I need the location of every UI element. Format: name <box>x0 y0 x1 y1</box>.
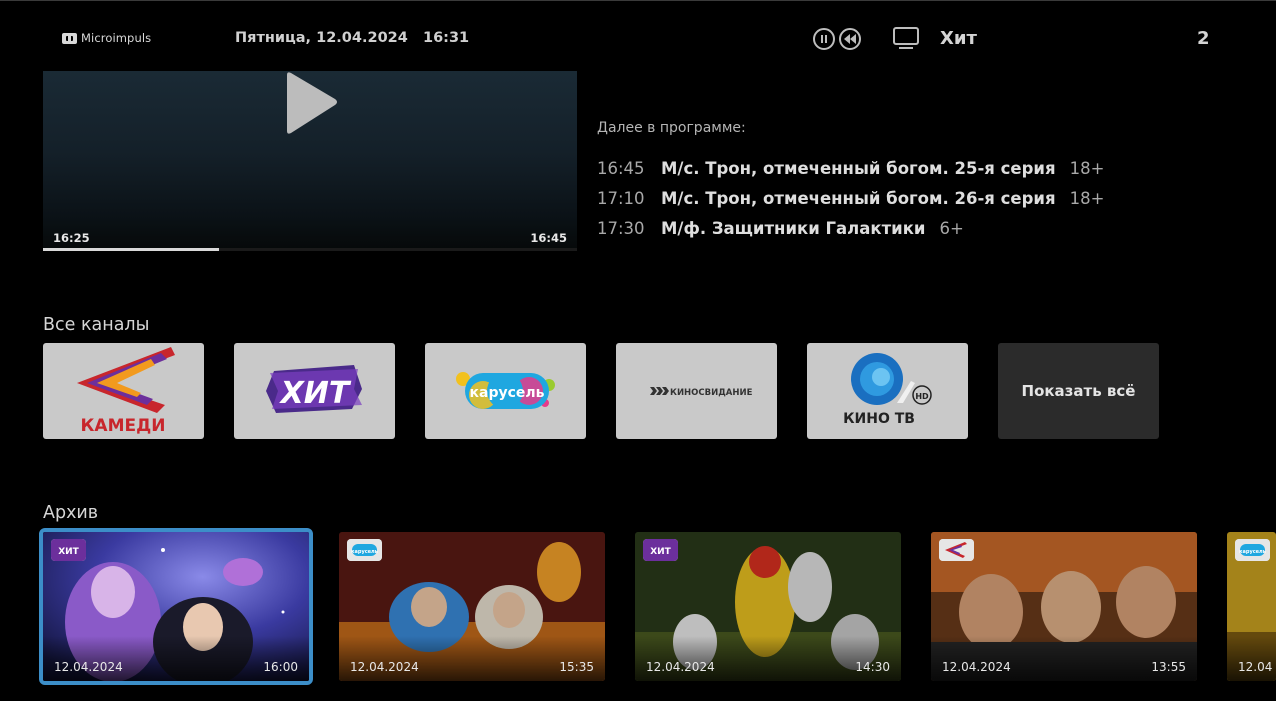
archive-item-date: 12.04.2024 <box>942 660 1011 674</box>
channel-badge-karusel: карусель <box>1235 539 1270 561</box>
schedule-item: 16:45 М/с. Трон, отмеченный богом. 25-я … <box>597 159 1104 181</box>
video-player[interactable]: 16:25 16:45 <box>43 71 577 251</box>
tv-icon[interactable] <box>893 27 919 54</box>
current-datetime: Пятница, 12.04.2024 16:31 <box>235 30 470 46</box>
hit-logo-icon: ХИТ <box>266 365 362 413</box>
karusel-logo-icon: карусель <box>456 372 555 409</box>
archive-item-time: 15:35 <box>559 660 594 674</box>
app-logo-text: Microimpuls <box>81 31 152 45</box>
kinosvidanie-logo-icon: КИНОСВИДАНИЕ <box>650 387 753 398</box>
program-progress-fill <box>43 248 220 251</box>
current-channel-number: 2 <box>1197 28 1210 49</box>
app-logo: Microimpuls <box>62 31 151 45</box>
show-all-label: Показать всё <box>1021 382 1136 400</box>
hd-badge: HD <box>915 392 929 401</box>
archive-item-date: 12.04 <box>1238 660 1273 674</box>
play-icon[interactable] <box>283 71 339 137</box>
archive-item[interactable]: ХИТ 12.04.2024 14:30 <box>635 532 901 681</box>
channel-badge-hit: ХИТ <box>51 539 86 561</box>
current-channel-name: Хит <box>940 28 977 49</box>
show-all-channels-button[interactable]: Показать всё <box>998 343 1159 439</box>
kamedi-logo-label: КАМЕДИ <box>81 416 166 436</box>
archive-item-date: 12.04.2024 <box>350 660 419 674</box>
karusel-logo-label: карусель <box>470 385 545 401</box>
hit-logo-label: ХИТ <box>279 376 352 411</box>
rewind-icon[interactable] <box>839 28 861 50</box>
archive-item-date: 12.04.2024 <box>54 660 123 674</box>
archive-item-date: 12.04.2024 <box>646 660 715 674</box>
schedule-title: Далее в программе: <box>597 120 746 136</box>
thumbnail-shade <box>931 636 1197 681</box>
svg-text:ХИТ: ХИТ <box>58 547 79 557</box>
kino-tv-logo-icon: КИНО ТВ HD <box>843 353 932 427</box>
channel-tile-kinosvidanie[interactable]: КИНОСВИДАНИЕ <box>616 343 777 439</box>
program-end-time: 16:45 <box>530 231 567 245</box>
archive-item[interactable]: карусель 12.04 <box>1227 532 1276 681</box>
schedule-item-time: 17:10 <box>597 189 645 208</box>
kinosvidanie-logo-label: КИНОСВИДАНИЕ <box>670 388 753 398</box>
schedule-item-age: 18+ <box>1069 189 1105 208</box>
program-start-time: 16:25 <box>53 231 90 245</box>
thumbnail-shade <box>339 636 605 681</box>
svg-text:ХИТ: ХИТ <box>650 547 671 557</box>
thumbnail-shade <box>1227 636 1276 681</box>
channel-badge-karusel: карусель <box>347 539 382 561</box>
kino-tv-logo-label: КИНО ТВ <box>843 411 915 427</box>
schedule-item-age: 6+ <box>939 219 964 238</box>
channel-badge-kamedi <box>939 539 974 561</box>
channel-tile-kino-tv[interactable]: КИНО ТВ HD <box>807 343 968 439</box>
schedule-item: 17:30 М/ф. Защитники Галактики 6+ <box>597 219 964 241</box>
program-progress-bar <box>43 248 577 251</box>
thumbnail-shade <box>43 636 309 681</box>
archive-item[interactable]: карусель 12.04.2024 15:35 <box>339 532 605 681</box>
schedule-item-name: М/с. Трон, отмеченный богом. 26-я серия <box>661 189 1056 208</box>
channel-tile-hit[interactable]: ХИТ <box>234 343 395 439</box>
schedule-item: 17:10 М/с. Трон, отмеченный богом. 26-я … <box>597 189 1104 211</box>
schedule-item-name: М/ф. Защитники Галактики <box>661 219 926 238</box>
microimpuls-logo-icon <box>62 32 77 44</box>
archive-section-title: Архив <box>43 503 99 523</box>
archive-item-time: 13:55 <box>1151 660 1186 674</box>
archive-item-time: 14:30 <box>855 660 890 674</box>
header: Microimpuls Пятница, 12.04.2024 16:31 Хи… <box>0 0 1276 70</box>
thumbnail-shade <box>635 636 901 681</box>
svg-text:карусель: карусель <box>1239 549 1266 555</box>
schedule-item-time: 17:30 <box>597 219 645 238</box>
schedule-item-age: 18+ <box>1069 159 1105 178</box>
schedule-item-name: М/с. Трон, отмеченный богом. 25-я серия <box>661 159 1056 178</box>
channels-section-title: Все каналы <box>43 315 150 335</box>
schedule-item-time: 16:45 <box>597 159 645 178</box>
kamedi-logo-icon: КАМЕДИ <box>77 347 175 436</box>
pause-icon[interactable] <box>813 28 835 50</box>
archive-item[interactable]: 12.04.2024 13:55 <box>931 532 1197 681</box>
channel-badge-hit: ХИТ <box>643 539 678 561</box>
archive-item-time: 16:00 <box>263 660 298 674</box>
channel-tile-kamedi[interactable]: КАМЕДИ <box>43 343 204 439</box>
archive-item[interactable]: ХИТ 12.04.2024 16:00 <box>39 528 313 685</box>
channel-tile-karusel[interactable]: карусель <box>425 343 586 439</box>
svg-text:карусель: карусель <box>351 549 378 555</box>
